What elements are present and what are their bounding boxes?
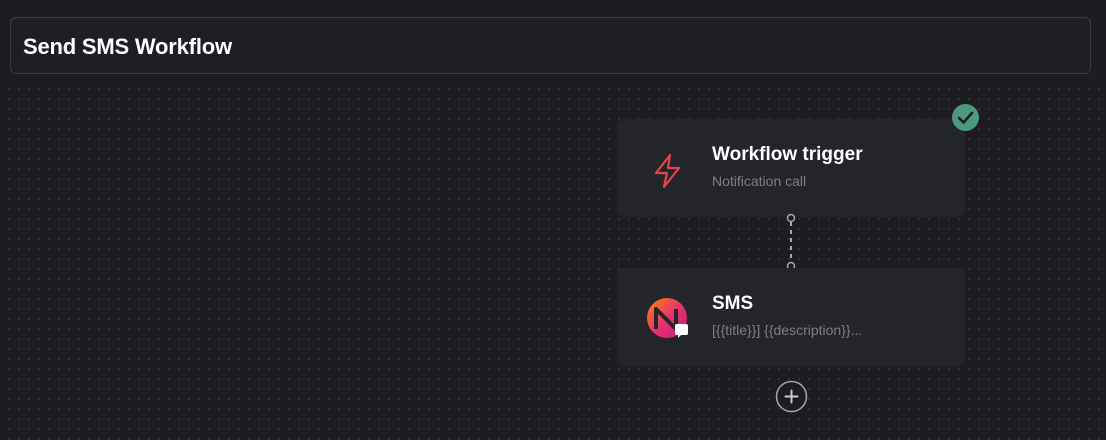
workflow-trigger-node[interactable]: Workflow trigger Notification call — [617, 119, 965, 217]
node-subtitle: [{{title}}] {{description}}... — [712, 322, 863, 338]
sms-provider-logo-icon — [647, 298, 688, 338]
workflow-header: Send SMS Workflow — [0, 0, 1106, 88]
sms-step-node[interactable]: SMS [{{title}}] {{description}}... — [617, 268, 965, 366]
node-subtitle: Notification call — [712, 173, 807, 189]
node-connector-edge — [786, 213, 796, 271]
lightning-bolt-icon — [654, 153, 681, 189]
workflow-title-input[interactable]: Send SMS Workflow — [10, 17, 1091, 74]
node-title: SMS — [712, 293, 754, 314]
add-step-button[interactable] — [775, 380, 808, 413]
node-title: Workflow trigger — [712, 144, 863, 165]
workflow-title: Send SMS Workflow — [23, 34, 232, 59]
success-check-icon — [952, 104, 979, 131]
